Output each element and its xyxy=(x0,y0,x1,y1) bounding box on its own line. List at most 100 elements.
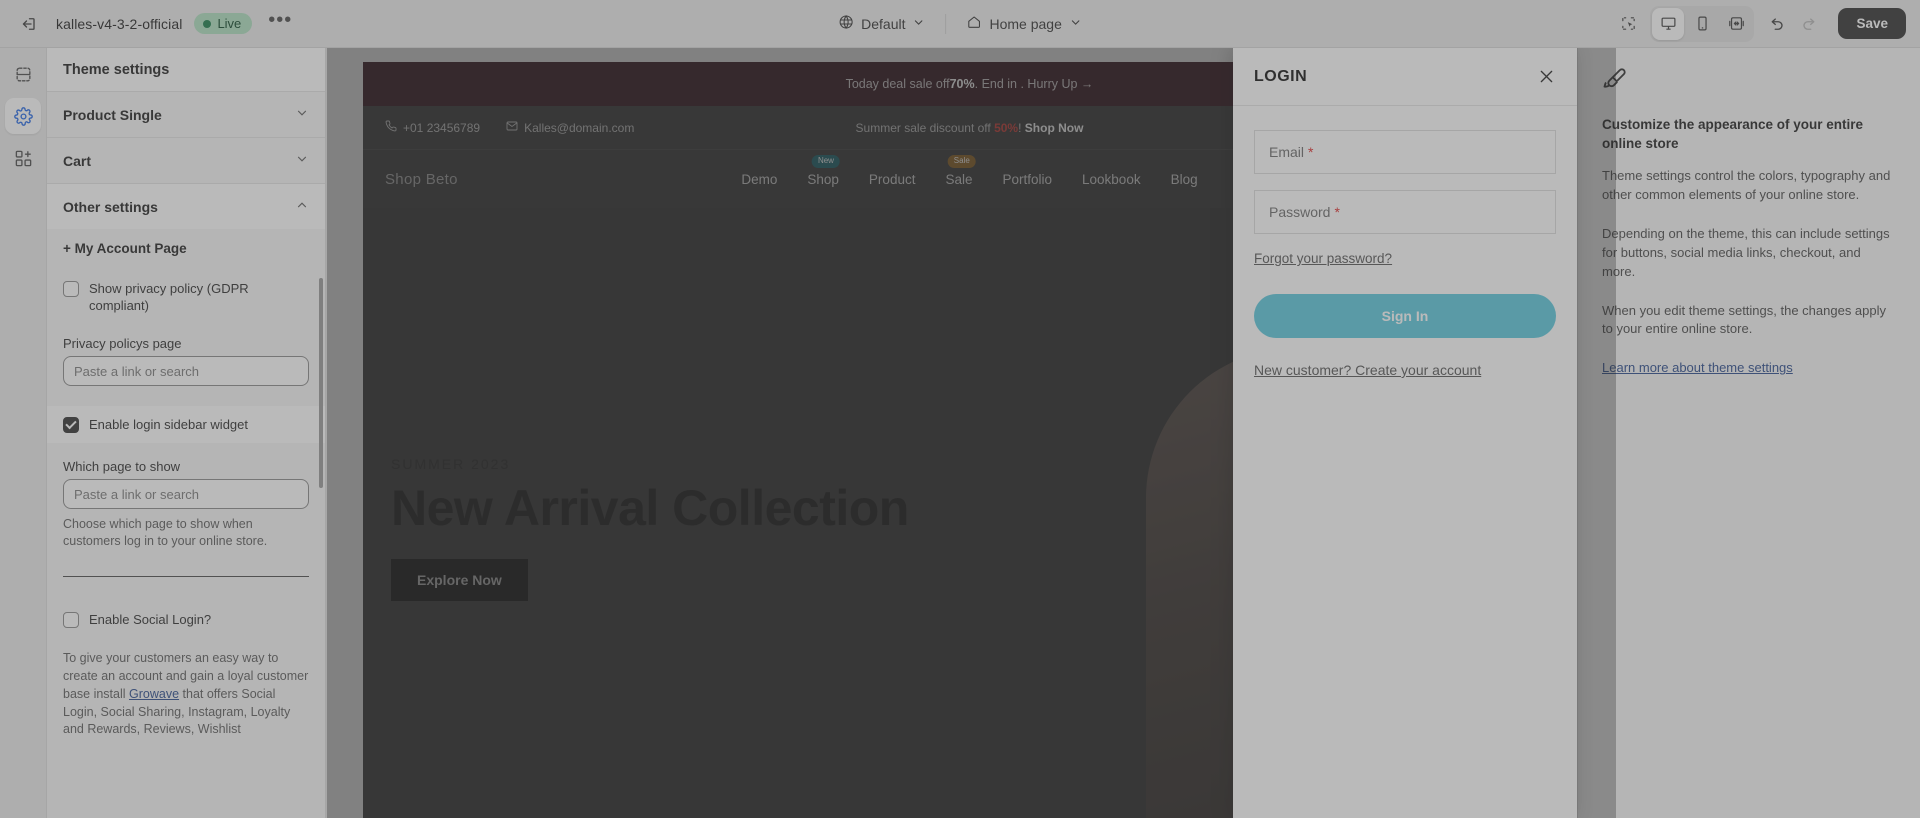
contact-group: +01 23456789 Kalles@domain.com xyxy=(385,120,634,135)
phone-number: +01 23456789 xyxy=(403,120,481,135)
menu-item-product[interactable]: Product xyxy=(869,172,916,187)
hero-title: New Arrival Collection xyxy=(391,480,909,536)
badge-sale: Sale xyxy=(947,154,976,168)
growave-link[interactable]: Growave xyxy=(129,687,179,701)
phone-item[interactable]: +01 23456789 xyxy=(385,120,480,135)
gdpr-checkbox-row[interactable]: Show privacy policy (GDPR compliant) xyxy=(47,274,325,320)
login-widget-checkbox-row[interactable]: Enable login sidebar widget xyxy=(47,406,325,444)
menu-item-blog[interactable]: Blog xyxy=(1171,172,1198,187)
learn-more-link[interactable]: Learn more about theme settings xyxy=(1602,360,1793,375)
email-address: Kalles@domain.com xyxy=(524,120,635,135)
social-login-checkbox-row[interactable]: Enable Social Login? xyxy=(47,605,325,634)
sidebar-item-theme-settings[interactable] xyxy=(5,98,41,134)
social-login-label: Enable Social Login? xyxy=(89,612,212,628)
exit-icon[interactable] xyxy=(12,8,44,40)
menu-label: Blog xyxy=(1170,171,1198,187)
info-panel-title: Customize the appearance of your entire … xyxy=(1602,117,1864,152)
menu-label: Demo xyxy=(741,171,778,187)
password-placeholder: Password xyxy=(1269,204,1331,220)
store-logo[interactable]: Shop Beto xyxy=(385,171,458,188)
left-rail xyxy=(0,48,47,818)
which-page-input[interactable] xyxy=(63,479,309,510)
promo-cta[interactable]: Shop Now xyxy=(1025,121,1084,135)
menu-item-shop[interactable]: New Shop xyxy=(807,154,840,187)
paintbrush-icon xyxy=(1602,66,1896,97)
accordion-cart[interactable]: Cart xyxy=(47,138,325,184)
home-icon xyxy=(966,14,982,33)
email-item[interactable]: Kalles@domain.com xyxy=(506,120,634,135)
social-login-checkbox[interactable] xyxy=(63,612,79,629)
toolbar-left-group: kalles-v4-3-2-official Live ••• xyxy=(0,8,296,40)
promo-text: Summer sale discount off 50%! Shop Now xyxy=(856,121,1084,135)
top-toolbar: kalles-v4-3-2-official Live ••• Default … xyxy=(0,0,1920,48)
info-panel: Customize the appearance of your entire … xyxy=(1577,48,1920,818)
sign-in-button[interactable]: Sign In xyxy=(1254,294,1556,338)
redo-icon xyxy=(1794,8,1826,40)
chevron-down-icon xyxy=(295,152,309,169)
password-field[interactable]: Password * xyxy=(1254,190,1556,234)
mobile-icon[interactable] xyxy=(1686,8,1718,40)
menu-label: Lookbook xyxy=(1082,171,1141,187)
inspect-icon[interactable] xyxy=(1612,8,1644,40)
menu-item-demo[interactable]: Demo xyxy=(741,172,777,187)
locale-label: Default xyxy=(861,15,906,32)
gdpr-checkbox[interactable] xyxy=(63,281,79,297)
email-field[interactable]: Email * xyxy=(1254,130,1556,174)
menu-item-portfolio[interactable]: Portfolio xyxy=(1002,172,1052,187)
menu-item-lookbook[interactable]: Lookbook xyxy=(1082,172,1141,187)
privacy-page-label: Privacy policys page xyxy=(63,336,182,352)
menu-label: Sale xyxy=(945,171,973,187)
growave-paragraph: To give your customers an easy way to cr… xyxy=(63,650,309,739)
phone-icon xyxy=(385,120,397,135)
undo-icon[interactable] xyxy=(1760,8,1792,40)
password-required-mark: * xyxy=(1334,204,1340,220)
save-button[interactable]: Save xyxy=(1838,8,1906,39)
theme-name: kalles-v4-3-2-official xyxy=(56,15,183,32)
gdpr-label: Show privacy policy (GDPR compliant) xyxy=(89,281,249,314)
info-panel-paragraph-3: When you edit theme settings, the change… xyxy=(1602,302,1887,337)
accordion-other-settings[interactable]: Other settings xyxy=(47,184,325,229)
promo-before: Summer sale discount off xyxy=(855,120,995,135)
more-options-button[interactable]: ••• xyxy=(264,8,296,40)
status-badge: Live xyxy=(194,13,253,34)
chevron-down-icon xyxy=(295,106,309,123)
divider xyxy=(63,576,309,578)
chevron-down-icon xyxy=(1069,16,1082,32)
my-account-page-heading: + My Account Page xyxy=(63,241,187,256)
announcement-after: . End in . Hurry Up → xyxy=(974,77,1094,91)
which-page-label: Which page to show xyxy=(63,459,181,475)
sidebar-scrollbar[interactable] xyxy=(319,278,323,488)
privacy-page-input[interactable] xyxy=(63,356,309,387)
announcement-highlight: 70% xyxy=(949,77,975,91)
forgot-password-link[interactable]: Forgot your password? xyxy=(1254,251,1392,266)
toolbar-right-group: Save xyxy=(1612,5,1906,42)
page-selector[interactable]: Home page xyxy=(957,8,1090,39)
store-menu: Demo New Shop Product Sale Sale Portfolio … xyxy=(741,154,1198,187)
hero-text-block: SUMMER 2023 New Arrival Collection Explo… xyxy=(391,456,909,601)
menu-label: Product xyxy=(868,171,916,187)
sidebar-item-sections[interactable] xyxy=(5,56,41,92)
theme-settings-sidebar: Theme settings Product Single Cart Other… xyxy=(47,48,326,818)
live-dot-icon xyxy=(203,19,212,28)
accordion-product-single[interactable]: Product Single xyxy=(47,92,325,138)
fullwidth-icon[interactable] xyxy=(1720,8,1752,40)
chevron-down-icon xyxy=(912,16,925,32)
locale-selector[interactable]: Default xyxy=(829,8,934,39)
menu-label: Shop xyxy=(807,171,839,187)
menu-item-sale[interactable]: Sale Sale xyxy=(945,154,976,187)
sidebar-item-apps[interactable] xyxy=(5,140,41,176)
accordion-label: Other settings xyxy=(63,198,158,215)
info-panel-paragraph-2: Depending on the theme, this can include… xyxy=(1602,226,1890,279)
explore-now-button[interactable]: Explore Now xyxy=(391,559,528,601)
badge-new: New xyxy=(811,154,840,168)
other-settings-body: + My Account Page Show privacy policy (G… xyxy=(47,229,325,759)
desktop-icon[interactable] xyxy=(1652,7,1685,40)
create-account-link[interactable]: New customer? Create your account xyxy=(1254,362,1556,378)
close-icon[interactable] xyxy=(1537,67,1556,86)
page-label: Home page xyxy=(989,15,1062,32)
menu-label: Portfolio xyxy=(1002,171,1053,187)
login-modal-header: LOGIN xyxy=(1233,48,1577,106)
login-widget-checkbox[interactable] xyxy=(63,417,79,434)
announcement-before: Today deal sale off xyxy=(845,77,950,91)
accordion-label: Cart xyxy=(63,152,92,169)
